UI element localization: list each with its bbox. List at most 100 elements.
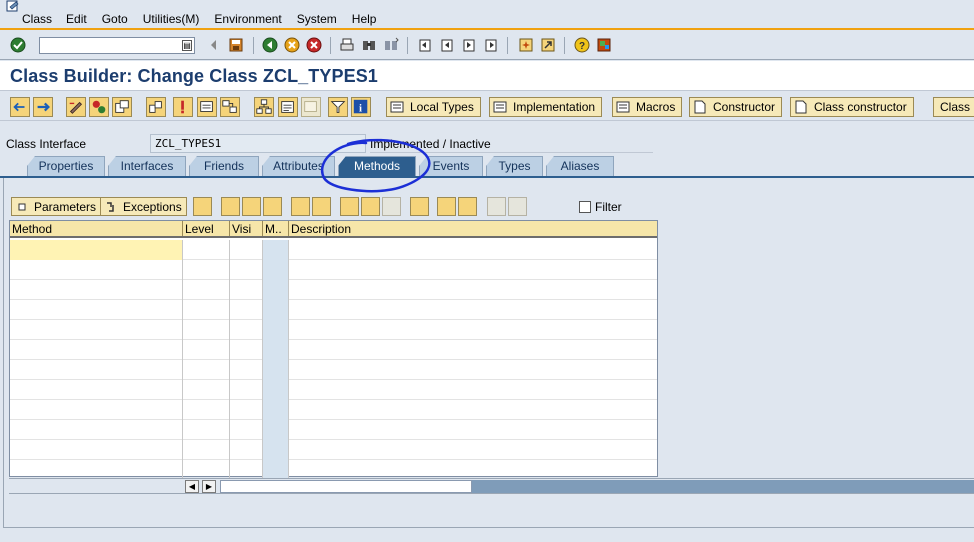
tab-types[interactable]: Types bbox=[486, 156, 543, 176]
column-header-visibility[interactable]: Visi bbox=[230, 221, 263, 236]
method-cell[interactable] bbox=[10, 280, 183, 300]
level-cell[interactable] bbox=[183, 280, 230, 300]
description-cell[interactable] bbox=[289, 380, 657, 400]
level-cell[interactable] bbox=[183, 260, 230, 280]
cut-icon[interactable] bbox=[340, 197, 359, 216]
tab-friends[interactable]: Friends bbox=[189, 156, 259, 176]
parameters-button[interactable]: Parameters bbox=[11, 197, 102, 216]
visibility-cell[interactable] bbox=[230, 280, 263, 300]
description-cell[interactable] bbox=[289, 320, 657, 340]
visibility-cell[interactable] bbox=[230, 380, 263, 400]
visibility-cell[interactable] bbox=[230, 420, 263, 440]
column-header-modeled[interactable]: M.. bbox=[263, 221, 289, 236]
scroll-left-icon[interactable]: ◀ bbox=[185, 480, 199, 493]
modeled-cell[interactable] bbox=[263, 340, 289, 360]
exit-icon[interactable] bbox=[284, 37, 300, 53]
find-next-icon[interactable] bbox=[383, 37, 399, 53]
previous-page-icon[interactable] bbox=[439, 37, 455, 53]
history-back-icon[interactable] bbox=[206, 37, 222, 53]
info-icon[interactable]: i bbox=[351, 97, 371, 117]
next-object-icon[interactable] bbox=[33, 97, 53, 117]
method-cell[interactable] bbox=[10, 240, 183, 260]
command-field[interactable]: ▤ bbox=[39, 37, 195, 54]
check-icon[interactable] bbox=[146, 97, 166, 117]
modeled-cell[interactable] bbox=[263, 440, 289, 460]
enter-icon[interactable] bbox=[10, 37, 26, 53]
append-row-icon[interactable] bbox=[291, 197, 310, 216]
modeled-cell[interactable] bbox=[263, 360, 289, 380]
visibility-cell[interactable] bbox=[230, 440, 263, 460]
shortcut-icon[interactable] bbox=[540, 37, 556, 53]
modeled-cell[interactable] bbox=[263, 320, 289, 340]
menu-class[interactable]: Class bbox=[22, 12, 52, 26]
modeled-cell[interactable] bbox=[263, 240, 289, 260]
visibility-cell[interactable] bbox=[230, 360, 263, 380]
visibility-cell[interactable] bbox=[230, 240, 263, 260]
level-cell[interactable] bbox=[183, 300, 230, 320]
method-cell[interactable] bbox=[10, 420, 183, 440]
description-cell[interactable] bbox=[289, 400, 657, 420]
display-change-icon[interactable] bbox=[66, 97, 86, 117]
description-cell[interactable] bbox=[289, 260, 657, 280]
visibility-cell[interactable] bbox=[230, 400, 263, 420]
level-cell[interactable] bbox=[183, 380, 230, 400]
horizontal-scrollbar[interactable]: ◀ ▶ bbox=[9, 478, 974, 494]
level-cell[interactable] bbox=[183, 340, 230, 360]
description-cell[interactable] bbox=[289, 460, 657, 480]
level-cell[interactable] bbox=[183, 400, 230, 420]
find-in-list-icon[interactable] bbox=[437, 197, 456, 216]
method-cell[interactable] bbox=[10, 340, 183, 360]
visibility-cell[interactable] bbox=[230, 260, 263, 280]
class-documentation-icon[interactable] bbox=[278, 97, 298, 117]
copy-row-icon[interactable] bbox=[242, 197, 261, 216]
modeled-cell[interactable] bbox=[263, 420, 289, 440]
back-icon[interactable] bbox=[262, 37, 278, 53]
method-cell[interactable] bbox=[10, 400, 183, 420]
visibility-cell[interactable] bbox=[230, 300, 263, 320]
modeled-cell[interactable] bbox=[263, 260, 289, 280]
description-cell[interactable] bbox=[289, 440, 657, 460]
column-header-description[interactable]: Description bbox=[289, 221, 657, 236]
menu-goto[interactable]: Goto bbox=[102, 12, 128, 26]
description-cell[interactable] bbox=[289, 340, 657, 360]
visibility-cell[interactable] bbox=[230, 320, 263, 340]
method-cell[interactable] bbox=[10, 380, 183, 400]
print-list-icon[interactable] bbox=[410, 197, 429, 216]
implementation-button[interactable]: Implementation bbox=[489, 97, 603, 117]
level-cell[interactable] bbox=[183, 460, 230, 480]
class-interface-field[interactable]: ZCL_TYPES1 bbox=[150, 134, 366, 153]
create-session-icon[interactable] bbox=[518, 37, 534, 53]
filter-checkbox[interactable] bbox=[579, 201, 591, 213]
method-cell[interactable] bbox=[10, 460, 183, 480]
local-types-button[interactable]: Local Types bbox=[386, 97, 481, 117]
scroll-track[interactable] bbox=[472, 480, 974, 493]
level-cell[interactable] bbox=[183, 420, 230, 440]
navigate-icon[interactable] bbox=[263, 197, 282, 216]
tab-methods[interactable]: Methods bbox=[338, 156, 416, 176]
object-hierarchy-icon[interactable] bbox=[254, 97, 274, 117]
activate-icon[interactable] bbox=[173, 97, 193, 117]
tab-events[interactable]: Events bbox=[419, 156, 483, 176]
filter-icon[interactable] bbox=[328, 97, 348, 117]
visibility-cell[interactable] bbox=[230, 340, 263, 360]
insert-row-icon[interactable] bbox=[221, 197, 240, 216]
delete-row-icon[interactable] bbox=[312, 197, 331, 216]
column-header-level[interactable]: Level bbox=[183, 221, 230, 236]
level-cell[interactable] bbox=[183, 440, 230, 460]
description-cell[interactable] bbox=[289, 280, 657, 300]
modeled-cell[interactable] bbox=[263, 460, 289, 480]
class-button[interactable]: Class bbox=[933, 97, 974, 117]
find-icon[interactable] bbox=[361, 37, 377, 53]
method-cell[interactable] bbox=[10, 360, 183, 380]
help-icon[interactable]: ? bbox=[574, 37, 590, 53]
description-cell[interactable] bbox=[289, 240, 657, 260]
modeled-cell[interactable] bbox=[263, 400, 289, 420]
save-icon[interactable] bbox=[228, 37, 244, 53]
tab-attributes[interactable]: Attributes bbox=[262, 156, 335, 176]
method-cell[interactable] bbox=[10, 320, 183, 340]
description-cell[interactable] bbox=[289, 420, 657, 440]
active-inactive-icon[interactable] bbox=[89, 97, 109, 117]
macros-button[interactable]: Macros bbox=[612, 97, 683, 117]
print-icon[interactable] bbox=[339, 37, 355, 53]
last-page-icon[interactable] bbox=[483, 37, 499, 53]
